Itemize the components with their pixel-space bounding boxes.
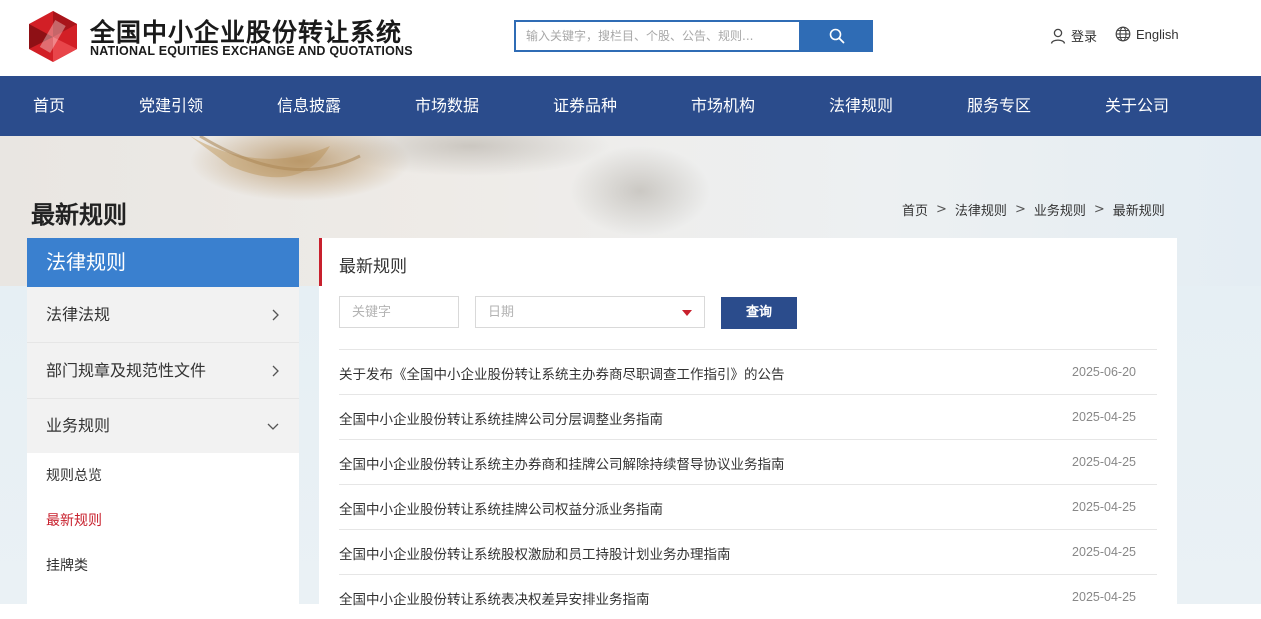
- language-label: English: [1136, 26, 1179, 42]
- list-item-title[interactable]: 全国中小企业股份转让系统挂牌公司权益分派业务指南: [339, 498, 663, 518]
- keyword-input[interactable]: [340, 297, 458, 327]
- list-item-date: 2025-06-20: [1072, 365, 1136, 379]
- page-title: 最新规则: [31, 201, 127, 229]
- breadcrumb-separator: >: [1014, 202, 1026, 217]
- sidebar-title: 法律规则: [27, 238, 299, 287]
- chevron-right-icon: [271, 343, 279, 399]
- list-item[interactable]: 全国中小企业股份转让系统挂牌公司分层调整业务指南 2025-04-25: [339, 394, 1157, 439]
- search-icon: [829, 28, 844, 44]
- neeq-logo-icon[interactable]: [29, 11, 77, 62]
- sidebar-subitem-listing[interactable]: 挂牌类: [27, 544, 299, 589]
- rules-list: 关于发布《全国中小企业股份转让系统主办券商尽职调查工作指引》的公告 2025-0…: [339, 349, 1157, 619]
- list-item-title[interactable]: 全国中小企业股份转让系统股权激励和员工持股计划业务办理指南: [339, 543, 731, 563]
- sidebar-subitem-overview[interactable]: 规则总览: [27, 454, 299, 499]
- list-item-title[interactable]: 全国中小企业股份转让系统主办券商和挂牌公司解除持续督导协议业务指南: [339, 453, 785, 473]
- breadcrumb-separator: >: [936, 202, 947, 217]
- sidebar-item-regulations[interactable]: 部门规章及规范性文件: [27, 343, 299, 399]
- list-item-date: 2025-04-25: [1072, 410, 1136, 424]
- list-item[interactable]: 全国中小企业股份转让系统挂牌公司权益分派业务指南 2025-04-25: [339, 484, 1157, 529]
- keyword-filter[interactable]: [339, 296, 459, 328]
- chevron-right-icon: [271, 287, 279, 343]
- search-button[interactable]: [800, 20, 873, 52]
- query-button[interactable]: 查询: [721, 297, 797, 329]
- breadcrumb-rules[interactable]: 法律规则: [955, 200, 1007, 219]
- breadcrumb: 首页 > 法律规则 > 业务规则 > 最新规则: [902, 200, 1165, 219]
- search-input[interactable]: [516, 22, 799, 50]
- breadcrumb-business-rules[interactable]: 业务规则: [1034, 200, 1086, 219]
- date-input[interactable]: [476, 297, 704, 327]
- breadcrumb-separator: >: [1093, 202, 1105, 217]
- logo-english-title[interactable]: NATIONAL EQUITIES EXCHANGE AND QUOTATION…: [90, 44, 413, 58]
- sidebar: 法律规则 法律法规 部门规章及规范性文件 业务规则 规则总览 最新规则 挂牌类: [27, 238, 299, 604]
- sidebar-item-label: 法律法规: [46, 305, 111, 324]
- list-item-title[interactable]: 关于发布《全国中小企业股份转让系统主办券商尽职调查工作指引》的公告: [339, 363, 785, 383]
- list-item-title[interactable]: 全国中小企业股份转让系统表决权差异安排业务指南: [339, 588, 650, 608]
- nav-item-disclosure[interactable]: 信息披露: [277, 76, 341, 136]
- user-icon: [1050, 28, 1066, 44]
- title-accent-bar: [319, 238, 322, 286]
- list-item-date: 2025-04-25: [1072, 545, 1136, 559]
- search-field[interactable]: [514, 20, 801, 52]
- chevron-down-icon: [267, 399, 279, 453]
- list-item-date: 2025-04-25: [1072, 500, 1136, 514]
- nav-item-home[interactable]: 首页: [33, 76, 65, 136]
- section-title: 最新规则: [339, 257, 407, 277]
- date-filter[interactable]: [475, 296, 705, 328]
- nav-item-securities[interactable]: 证券品种: [553, 76, 617, 136]
- sidebar-item-business-rules[interactable]: 业务规则: [27, 399, 299, 453]
- sidebar-item-label: 业务规则: [46, 416, 111, 435]
- login-label: 登录: [1071, 30, 1098, 45]
- nav-item-about[interactable]: 关于公司: [1105, 76, 1169, 136]
- site-header: 全国中小企业股份转让系统 NATIONAL EQUITIES EXCHANGE …: [0, 0, 1261, 76]
- sidebar-subitem-latest[interactable]: 最新规则: [27, 499, 299, 544]
- main-nav: 首页 党建引领 信息披露 市场数据 证券品种 市场机构 法律规则 服务专区 关于…: [0, 76, 1261, 136]
- language-switch[interactable]: English: [1115, 26, 1179, 42]
- main-panel: 最新规则 查询 关于发布《全国中小企业股份转让系统主办券商尽职调查工作指引》的公…: [319, 238, 1177, 608]
- list-item[interactable]: 全国中小企业股份转让系统股权激励和员工持股计划业务办理指南 2025-04-25: [339, 529, 1157, 574]
- nav-item-institutions[interactable]: 市场机构: [691, 76, 755, 136]
- login-link[interactable]: 登录: [1050, 26, 1097, 45]
- list-item-date: 2025-04-25: [1072, 455, 1136, 469]
- sidebar-item-label: 部门规章及规范性文件: [46, 361, 207, 380]
- nav-item-rules[interactable]: 法律规则: [829, 76, 893, 136]
- list-item-title[interactable]: 全国中小企业股份转让系统挂牌公司分层调整业务指南: [339, 408, 663, 428]
- list-item-date: 2025-04-25: [1072, 590, 1136, 604]
- list-item[interactable]: 全国中小企业股份转让系统主办券商和挂牌公司解除持续督导协议业务指南 2025-0…: [339, 439, 1157, 484]
- globe-icon: [1115, 26, 1131, 42]
- nav-item-market-data[interactable]: 市场数据: [415, 76, 479, 136]
- sidebar-item-laws[interactable]: 法律法规: [27, 287, 299, 343]
- breadcrumb-current: 最新规则: [1112, 204, 1165, 219]
- nav-item-party-building[interactable]: 党建引领: [139, 76, 203, 136]
- list-item[interactable]: 关于发布《全国中小企业股份转让系统主办券商尽职调查工作指引》的公告 2025-0…: [339, 349, 1157, 394]
- nav-item-services[interactable]: 服务专区: [967, 76, 1031, 136]
- dropdown-caret-icon[interactable]: [682, 310, 692, 316]
- list-item[interactable]: 全国中小企业股份转让系统表决权差异安排业务指南 2025-04-25: [339, 574, 1157, 619]
- breadcrumb-home[interactable]: 首页: [902, 200, 928, 219]
